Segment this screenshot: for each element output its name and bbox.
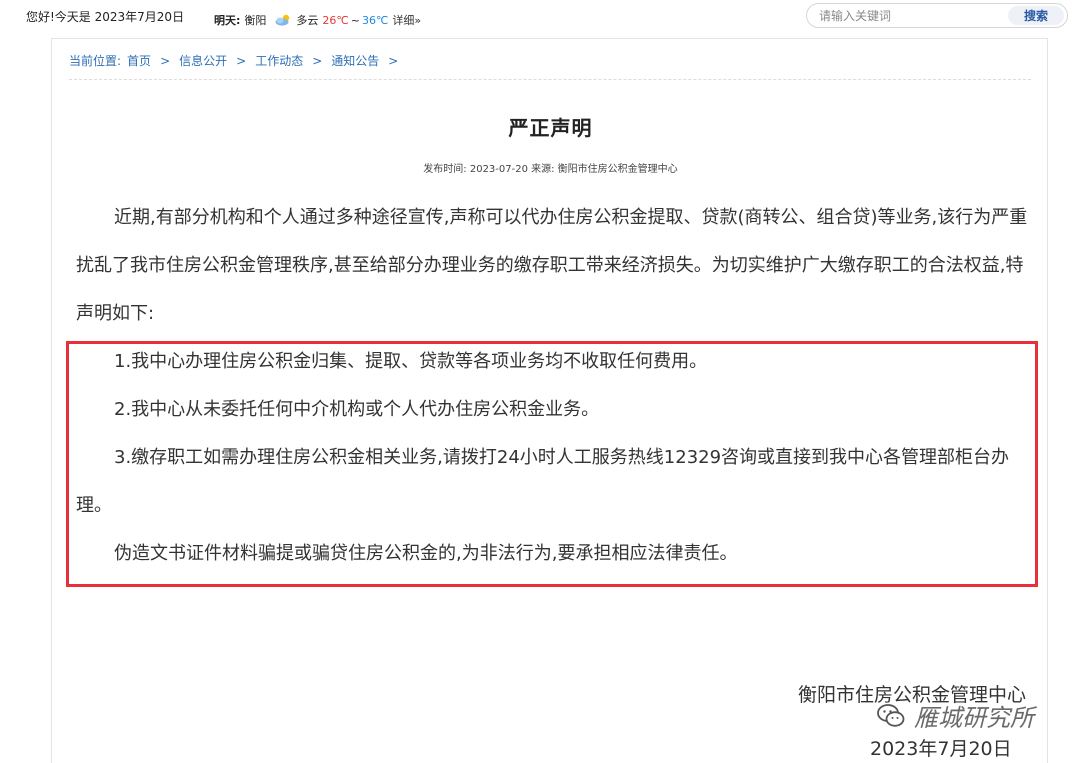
breadcrumb-separator: > <box>236 53 247 68</box>
cloud-sun-icon <box>275 14 290 26</box>
breadcrumb-home[interactable]: 首页 <box>127 52 151 69</box>
top-bar: 您好!今天是 2023年7月20日 明天: 衡阳 多云 26℃ ~ 36℃ 详细… <box>0 0 1080 34</box>
breadcrumb-separator: > <box>160 53 171 68</box>
breadcrumb-divider <box>69 79 1031 80</box>
breadcrumb-separator: > <box>388 53 399 68</box>
article-title: 严正声明 <box>508 116 593 140</box>
statement-item: 1.我中心办理住房公积金归集、提取、贷款等各项业务均不收取任何费用。 <box>114 351 708 372</box>
statement-item: 伪造文书证件材料骗提或骗贷住房公积金的,为非法行为,要承担相应法律责任。 <box>114 543 738 564</box>
signature-date: 2023年7月20日 <box>870 738 1012 760</box>
weather-label: 明天: <box>214 14 241 27</box>
weather-condition: 多云 <box>296 14 319 27</box>
breadcrumb: 当前位置: 首页 > 信息公开 > 工作动态 > 通知公告 > <box>69 52 407 69</box>
search-input[interactable] <box>819 7 1009 25</box>
weather-city: 衡阳 <box>244 14 267 27</box>
content-panel: 当前位置: 首页 > 信息公开 > 工作动态 > 通知公告 > 严正声明 发布时… <box>51 38 1048 763</box>
breadcrumb-info-public[interactable]: 信息公开 <box>179 52 227 69</box>
greeting-text: 您好!今天是 2023年7月20日 <box>26 10 185 24</box>
breadcrumb-separator: > <box>312 53 323 68</box>
wechat-icon <box>877 703 905 727</box>
watermark: 雁城研究所 <box>876 698 1034 733</box>
watermark-text: 雁城研究所 <box>914 704 1034 732</box>
weather-detail-link[interactable]: 详细» <box>392 12 421 28</box>
statement-list: 1.我中心办理住房公积金归集、提取、贷款等各项业务均不收取任何费用。 2.我中心… <box>76 338 1028 578</box>
statement-item: 2.我中心从未委托任何中介机构或个人代办住房公积金业务。 <box>114 399 600 420</box>
temp-separator: ~ <box>350 13 360 27</box>
temp-low: 36℃ <box>361 13 389 27</box>
article-meta: 发布时间: 2023-07-20 来源: 衡阳市住房公积金管理中心 <box>423 164 678 175</box>
statement-item: 3.缴存职工如需办理住房公积金相关业务,请拨打24小时人工服务热线12329咨询… <box>76 447 1010 516</box>
search-box: 搜索 <box>806 3 1068 28</box>
temp-high: 26℃ <box>322 13 349 27</box>
weather-widget: 明天: 衡阳 多云 26℃ ~ 36℃ 详细» <box>214 12 421 28</box>
breadcrumb-prefix: 当前位置: <box>69 54 122 68</box>
breadcrumb-notices[interactable]: 通知公告 <box>331 52 379 69</box>
breadcrumb-work-news[interactable]: 工作动态 <box>255 52 303 69</box>
search-button[interactable]: 搜索 <box>1008 6 1064 25</box>
article-intro: 近期,有部分机构和个人通过多种途径宣传,声称可以代办住房公积金提取、贷款(商转公… <box>76 207 1028 324</box>
